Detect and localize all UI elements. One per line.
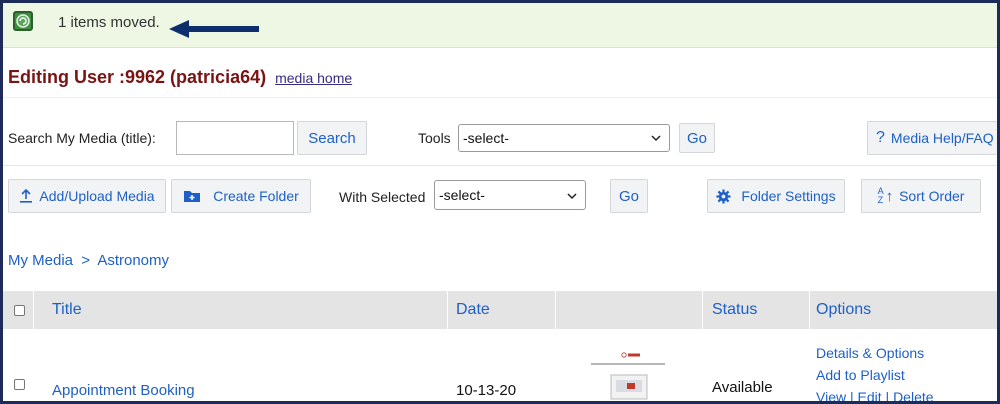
chevron-down-icon — [567, 193, 577, 200]
row-checkbox[interactable] — [14, 379, 25, 390]
divider — [3, 165, 997, 166]
gear-icon — [716, 188, 731, 204]
media-help-label: Media Help/FAQ — [890, 130, 994, 146]
details-options-link[interactable]: Details & Options — [816, 345, 924, 361]
help-icon: ? — [876, 129, 885, 146]
notice-bar: 1 items moved. — [3, 3, 997, 48]
add-to-playlist-link[interactable]: Add to Playlist — [816, 367, 905, 383]
column-divider — [809, 291, 810, 329]
column-header-status[interactable]: Status — [712, 301, 757, 319]
folder-settings-button[interactable]: Folder Settings — [707, 179, 845, 213]
row-date: 10-13-20 — [456, 382, 517, 399]
search-button[interactable]: Search — [297, 121, 367, 155]
column-divider — [33, 291, 34, 329]
search-label: Search My Media (title): — [8, 130, 156, 146]
breadcrumb-root-link[interactable]: My Media — [8, 252, 73, 269]
breadcrumb-separator: > — [81, 252, 90, 269]
with-selected-select[interactable]: -select- — [434, 180, 586, 210]
row-status: Available — [712, 379, 773, 396]
column-header-date[interactable]: Date — [456, 301, 490, 319]
thumbnail-image — [591, 352, 665, 400]
media-help-button[interactable]: ? Media Help/FAQ — [867, 121, 997, 155]
column-header-options: Options — [816, 301, 872, 318]
tools-go-button[interactable]: Go — [679, 123, 715, 153]
with-selected-label: With Selected — [339, 189, 426, 205]
row-title-link[interactable]: Appointment Booking — [52, 382, 195, 399]
table-header: Title Date Status Options — [3, 291, 997, 329]
create-folder-button[interactable]: Create Folder — [171, 179, 311, 213]
media-thumbnail[interactable] — [571, 345, 686, 401]
column-divider — [555, 291, 556, 329]
tools-select[interactable]: -select- — [458, 124, 670, 152]
folder-settings-label: Folder Settings — [741, 188, 836, 204]
with-selected-value: -select- — [439, 187, 485, 203]
search-input[interactable] — [176, 121, 294, 155]
column-header-title[interactable]: Title — [52, 301, 82, 319]
create-folder-label: Create Folder — [213, 188, 299, 204]
chevron-down-icon — [651, 135, 661, 142]
arrow-left-icon — [169, 20, 259, 38]
folder-plus-icon — [184, 191, 201, 202]
refresh-icon — [13, 11, 33, 31]
sort-order-label: Sort Order — [899, 188, 965, 204]
app-frame: 1 items moved. Editing User :9962 (patri… — [0, 0, 1000, 404]
upload-icon — [20, 189, 33, 203]
sort-order-button[interactable]: AZ ↑ Sort Order — [861, 179, 981, 213]
media-home-link[interactable]: media home — [275, 70, 352, 86]
arrow-up-icon: ↑ — [885, 187, 894, 205]
breadcrumb-current[interactable]: Astronomy — [97, 252, 169, 269]
column-divider — [447, 291, 448, 329]
select-all-checkbox[interactable] — [14, 305, 25, 316]
editing-user-title: Editing User :9962 (patricia64) — [8, 67, 267, 87]
add-upload-media-button[interactable]: Add/Upload Media — [8, 179, 166, 213]
tools-selected-value: -select- — [463, 130, 509, 146]
notice-message: 1 items moved. — [58, 14, 160, 31]
sort-az-icon: AZ — [877, 186, 884, 205]
add-upload-media-label: Add/Upload Media — [39, 188, 155, 204]
tools-label: Tools — [418, 130, 451, 146]
divider — [3, 97, 997, 98]
breadcrumb: My Media > Astronomy — [8, 252, 169, 269]
column-divider — [702, 291, 703, 329]
page-title: Editing User :9962 (patricia64) media ho… — [8, 67, 352, 88]
with-selected-go-button[interactable]: Go — [610, 179, 648, 213]
